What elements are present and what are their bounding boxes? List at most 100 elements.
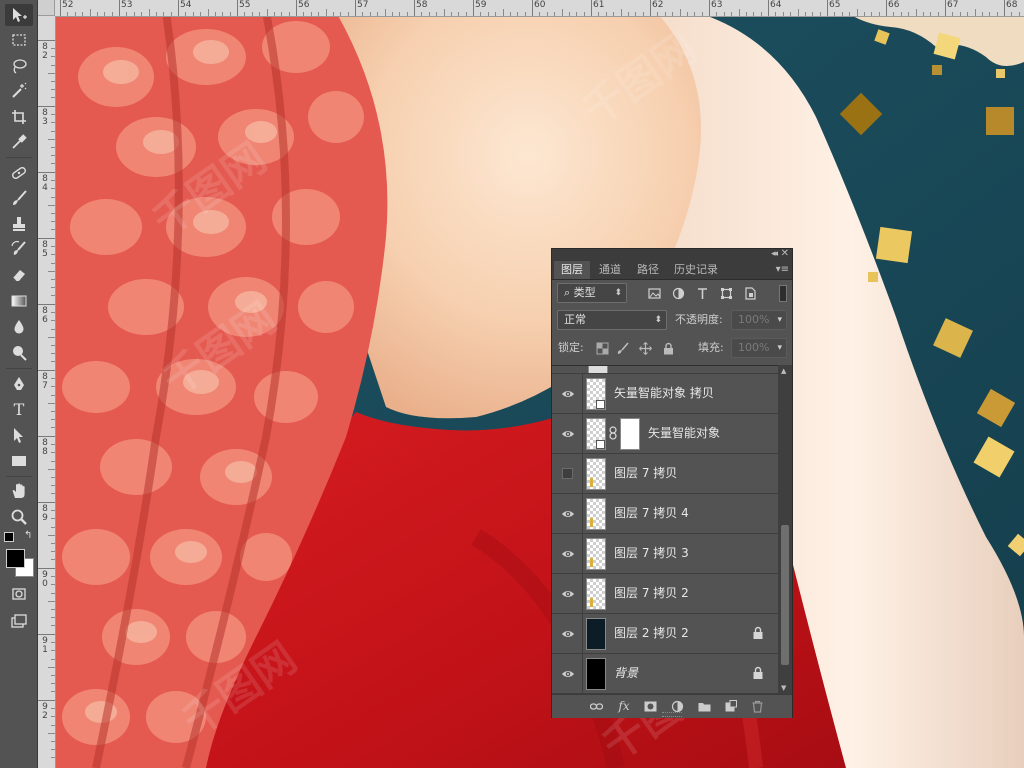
close-panel-icon[interactable]: ✕ — [781, 248, 789, 259]
collapse-panel-icon[interactable]: ◂◂ — [771, 249, 778, 259]
magic-wand-tool-icon[interactable] — [5, 80, 33, 102]
layer-name[interactable]: 图层 2 拷贝 2 — [614, 614, 689, 653]
layer-row[interactable]: 矢量智能对象 拷贝 — [552, 374, 778, 414]
lock-position-icon[interactable] — [637, 340, 653, 356]
screen-mode-icon[interactable] — [5, 610, 33, 632]
layer-thumbnail[interactable] — [586, 378, 606, 410]
zoom-tool-icon[interactable] — [5, 506, 33, 528]
layer-thumbnail[interactable] — [586, 538, 606, 570]
move-tool-icon[interactable] — [5, 4, 33, 26]
blur-tool-icon[interactable] — [5, 316, 33, 338]
crop-tool-icon[interactable] — [5, 106, 33, 128]
foreground-color-swatch[interactable] — [6, 549, 25, 568]
visibility-eye-icon[interactable] — [560, 506, 576, 522]
layer-thumbnail[interactable] — [586, 418, 606, 450]
filter-pixel-icon[interactable] — [646, 285, 662, 301]
visibility-eye-icon[interactable] — [560, 386, 576, 402]
mask-link-icon[interactable] — [608, 426, 618, 440]
layer-row[interactable]: 矢量智能对象 — [552, 414, 778, 454]
visibility-eye-icon[interactable] — [560, 426, 576, 442]
path-selection-tool-icon[interactable] — [5, 424, 33, 446]
filter-adjustment-icon[interactable] — [670, 285, 686, 301]
filter-kind-dropdown[interactable]: ⌕ 类型 ⬍ — [557, 283, 627, 303]
layer-row[interactable]: 图层 2 拷贝 2 — [552, 614, 778, 654]
dodge-tool-icon[interactable] — [5, 342, 33, 364]
layer-name[interactable]: 图层 7 拷贝 2 — [614, 574, 689, 613]
layer-name[interactable]: 背景 — [614, 654, 638, 693]
layer-name[interactable]: 矢量智能对象 拷贝 — [614, 374, 714, 413]
layer-thumbnail[interactable] — [586, 618, 606, 650]
pen-tool-icon[interactable] — [5, 373, 33, 395]
scroll-thumb[interactable] — [781, 525, 789, 665]
delete-layer-icon[interactable] — [749, 698, 765, 714]
layer-lock-icon[interactable] — [752, 666, 764, 680]
layer-row[interactable]: 背景 — [552, 654, 778, 694]
visibility-eye-icon[interactable] — [560, 546, 576, 562]
visibility-eye-icon[interactable] — [560, 666, 576, 682]
panel-header-bar[interactable]: ◂◂ ✕ — [552, 248, 792, 261]
tab-channels[interactable]: 通道 — [592, 261, 628, 279]
scroll-down-icon[interactable]: ▼ — [781, 684, 786, 692]
filter-smart-object-icon[interactable] — [742, 285, 758, 301]
lock-pixels-icon[interactable] — [614, 340, 630, 356]
rectangle-tool-icon[interactable] — [5, 450, 33, 472]
new-layer-icon[interactable] — [722, 698, 738, 714]
visibility-eye-icon[interactable] — [560, 626, 576, 642]
layers-scrollbar[interactable]: ▲ ▼ — [778, 365, 792, 694]
marquee-tool-icon[interactable] — [5, 29, 33, 51]
horizontal-ruler[interactable]: 52 53 54 55 56 57 58 59 60 61 62 63 64 65 66 67 68 — [38, 0, 1024, 17]
fill-input[interactable]: 100% ▾ — [731, 338, 787, 358]
layer-row[interactable]: 图层 7 拷贝 3 — [552, 534, 778, 574]
layer-lock-icon[interactable] — [752, 626, 764, 640]
layer-row[interactable]: 图层 7 拷贝 — [552, 454, 778, 494]
type-tool-icon[interactable]: T — [5, 398, 33, 420]
history-brush-tool-icon[interactable] — [5, 238, 33, 260]
layer-row-partial[interactable] — [552, 366, 778, 374]
eyedropper-tool-icon[interactable] — [5, 131, 33, 153]
eraser-tool-icon[interactable] — [5, 264, 33, 286]
layer-mask-thumbnail[interactable] — [620, 418, 640, 450]
layer-row[interactable]: 图层 7 拷贝 2 — [552, 574, 778, 614]
ruler-origin[interactable] — [38, 0, 55, 16]
layer-name[interactable]: 图层 7 拷贝 4 — [614, 494, 689, 533]
filter-toggle[interactable] — [779, 285, 787, 302]
layer-name[interactable]: 图层 7 拷贝 — [614, 454, 677, 493]
blend-mode-dropdown[interactable]: 正常 ⬍ — [557, 310, 667, 330]
visibility-eye-icon[interactable] — [560, 586, 576, 602]
layer-row[interactable]: 图层 7 拷贝 4 — [552, 494, 778, 534]
opacity-input[interactable]: 100% ▾ — [731, 310, 787, 330]
swap-colors-icon[interactable]: ↰ — [24, 530, 32, 541]
default-colors-icon[interactable] — [4, 532, 14, 542]
layer-style-fx-icon[interactable]: fx — [616, 698, 632, 714]
document-canvas[interactable]: 千图网 千图网 千图网 千图网 千图网 — [56, 17, 1024, 768]
panel-menu-icon[interactable]: ▾≡ — [776, 264, 789, 275]
layer-thumbnail[interactable] — [586, 578, 606, 610]
layer-name[interactable]: 图层 7 拷贝 3 — [614, 534, 689, 573]
tab-paths[interactable]: 路径 — [630, 261, 666, 279]
new-group-icon[interactable] — [696, 698, 712, 714]
tab-layers[interactable]: 图层 — [554, 261, 590, 279]
tab-history[interactable]: 历史记录 — [668, 261, 724, 279]
lasso-tool-icon[interactable] — [5, 55, 33, 77]
scroll-up-icon[interactable]: ▲ — [781, 367, 786, 375]
lock-all-icon[interactable] — [660, 340, 676, 356]
lock-transparency-icon[interactable] — [594, 340, 610, 356]
ruler-minor-tick — [51, 89, 55, 91]
visibility-off-box[interactable] — [562, 468, 573, 479]
layer-thumbnail[interactable] — [586, 658, 606, 690]
resize-grip[interactable] — [662, 712, 682, 717]
quick-mask-icon[interactable] — [5, 583, 33, 605]
vertical-ruler[interactable]: 8 2 8 3 8 4 8 5 8 6 8 7 8 8 8 9 9 0 9 1 9 2 — [38, 16, 56, 768]
add-mask-icon[interactable] — [642, 698, 658, 714]
layer-name[interactable]: 矢量智能对象 — [648, 414, 720, 453]
brush-tool-icon[interactable] — [5, 187, 33, 209]
healing-brush-tool-icon[interactable] — [5, 162, 33, 184]
filter-shape-icon[interactable] — [718, 285, 734, 301]
layer-thumbnail[interactable] — [586, 458, 606, 490]
clone-stamp-tool-icon[interactable] — [5, 213, 33, 235]
link-layers-icon[interactable] — [588, 698, 604, 714]
gradient-tool-icon[interactable] — [5, 290, 33, 312]
hand-tool-icon[interactable] — [5, 480, 33, 502]
filter-type-icon[interactable] — [694, 285, 710, 301]
layer-thumbnail[interactable] — [586, 498, 606, 530]
